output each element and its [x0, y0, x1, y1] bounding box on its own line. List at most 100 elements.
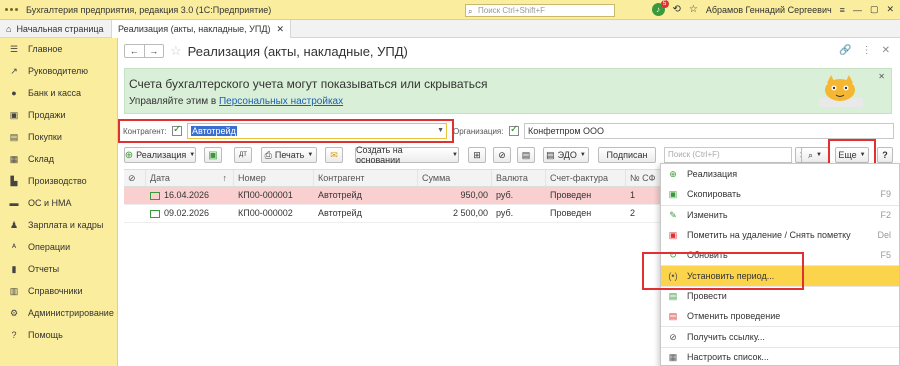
minimize-icon[interactable]: — [853, 5, 862, 15]
search-icon: ⌕ [468, 7, 473, 16]
edo-button[interactable]: ▤ ЭДО ▼ [543, 147, 589, 163]
table-row[interactable]: 16.04.2026 КП00-000001 Автотрейд 950,00 … [124, 187, 664, 205]
column-invoice[interactable]: Счет-фактура [546, 170, 626, 186]
sidebar-item-manager[interactable]: ↗ Руководителю [0, 60, 117, 82]
help-button[interactable]: ? [877, 147, 893, 163]
menu-item-label: Отменить проведение [687, 311, 781, 322]
sidebar-item-label: Зарплата и кадры [28, 220, 104, 230]
menu-shortcut: F2 [880, 210, 891, 221]
sidebar-item-help[interactable]: ? Помощь [0, 324, 117, 346]
column-currency[interactable]: Валюта [492, 170, 546, 186]
back-arrow-icon[interactable]: ← [125, 45, 145, 57]
menu-item-unpost[interactable]: ▤ Отменить проведение [661, 306, 899, 326]
sidebar-item-bank[interactable]: ● Банк и касса [0, 82, 117, 104]
menu-item-get-link[interactable]: ⊘ Получить ссылку... [661, 326, 899, 346]
cart-icon: ▣ [9, 109, 19, 120]
sidebar-item-sales[interactable]: ▣ Продажи [0, 104, 117, 126]
maximize-icon[interactable]: ▢ [870, 4, 879, 15]
forward-arrow-icon[interactable]: → [145, 45, 164, 57]
attach-button[interactable]: ⊘ [493, 147, 511, 163]
favorite-star-icon[interactable]: ☆ [170, 43, 182, 59]
toolbar: ⊕ Реализация ▼ ▣ ДТ ⎙ Печать ▼ ✉ Создать на … [118, 145, 900, 165]
column-number[interactable]: Номер [234, 170, 314, 186]
factory-icon: ▙ [10, 175, 18, 186]
sidebar: ☰ Главное ↗ Руководителю ● Банк и касса ▣ Пр… [0, 38, 118, 366]
sidebar-item-references[interactable]: ▥ Справочники [0, 280, 117, 302]
history-icon[interactable]: ⟲ [673, 4, 681, 15]
sidebar-item-label: Операции [28, 242, 71, 252]
close-icon[interactable]: ✕ [886, 4, 894, 15]
sidebar-item-assets[interactable]: ▬ ОС и НМА [0, 192, 117, 214]
create-based-button[interactable]: Создать на основании ▼ [355, 145, 459, 165]
tab-home[interactable]: ⌂ Начальная страница [0, 20, 112, 38]
info-banner: Счета бухгалтерского учета могут показыв… [124, 68, 892, 114]
menu-item-edit[interactable]: ✎ Изменить F2 [661, 204, 899, 225]
structure-button[interactable]: ⊞ [468, 147, 486, 163]
list-search-input[interactable]: Поиск (Ctrl+F) [664, 147, 792, 163]
posted-document-icon [150, 191, 160, 200]
sidebar-item-main[interactable]: ☰ Главное [0, 38, 117, 60]
sidebar-item-label: Помощь [28, 330, 63, 340]
more-vertical-icon[interactable]: ⋮ [862, 45, 872, 56]
signed-button[interactable]: Подписан [598, 147, 656, 163]
personal-settings-link[interactable]: Персональных настройках [219, 96, 343, 107]
table-row[interactable]: 09.02.2026 КП00-000002 Автотрейд 2 500,0… [124, 205, 664, 223]
cell-currency: руб. [496, 190, 514, 200]
global-search-input[interactable]: ⌕ Поиск Ctrl+Shift+F [465, 4, 615, 17]
sidebar-item-reports[interactable]: ▮ Отчеты [0, 258, 117, 280]
delete-mark-icon: ▣ [668, 229, 678, 240]
menu-item-configure-list[interactable]: ▦ Настроить список... [661, 346, 899, 366]
magnifier-icon: ⌕ [808, 149, 814, 160]
menu-item-copy[interactable]: ▣ Скопировать F9 [661, 184, 899, 204]
menu-item-mark-delete[interactable]: ▣ Пометить на удаление / Снять пометку Del [661, 225, 899, 245]
notifications-icon[interactable]: ♪ 5 [651, 0, 669, 16]
column-date[interactable]: Дата ↑ [146, 170, 234, 186]
banner-subtext: Управляйте этим в Персональных настройка… [129, 96, 343, 107]
coin-icon: ● [11, 88, 17, 98]
favorites-icon[interactable]: ☆ [689, 4, 698, 15]
sidebar-item-label: Главное [28, 44, 63, 54]
user-menu-icon[interactable]: ≡ [840, 5, 845, 15]
app-menu-icon[interactable] [5, 8, 18, 11]
create-realization-button[interactable]: ⊕ Реализация ▼ [124, 147, 196, 163]
sidebar-item-operations[interactable]: ᴬ Операции [0, 236, 117, 258]
sidebar-item-production[interactable]: ▙ Производство [0, 170, 117, 192]
nav-buttons: ← → [124, 44, 164, 58]
menu-item-create[interactable]: ⊕ Реализация [661, 164, 899, 184]
window-close-icon[interactable]: ✕ [882, 45, 890, 56]
tab-realization[interactable]: Реализация (акты, накладные, УПД) ✕ [112, 20, 292, 38]
organization-checkbox[interactable] [509, 124, 519, 136]
highlight-frame [118, 119, 454, 143]
table-header: ⊘ Дата ↑ Номер Контрагент Сумма Валюта Сч… [124, 169, 664, 187]
cell-sum: 2 500,00 [452, 208, 488, 218]
sidebar-item-salary[interactable]: ♟ Зарплата и кадры [0, 214, 117, 236]
basket-icon: ▤ [9, 131, 19, 142]
link-icon[interactable]: 🔗 [839, 45, 851, 56]
sidebar-item-label: Продажи [28, 110, 66, 120]
chevron-down-icon: ▼ [452, 152, 458, 158]
sidebar-item-purchases[interactable]: ▤ Покупки [0, 126, 117, 148]
copy-button[interactable]: ▣ [204, 147, 222, 163]
title-bar: Бухгалтерия предприятия, редакция 3.0 (1… [0, 0, 900, 20]
email-button[interactable]: ✉ [325, 147, 343, 163]
tasks-button[interactable]: ▤ [517, 147, 535, 163]
banner-close-icon[interactable]: ✕ [878, 72, 885, 81]
sidebar-item-warehouse[interactable]: ▦ Склад [0, 148, 117, 170]
column-sum[interactable]: Сумма [418, 170, 492, 186]
tab-home-label: Начальная страница [16, 24, 104, 34]
help-icon: ? [11, 330, 17, 340]
column-counterparty[interactable]: Контрагент [314, 170, 418, 186]
print-button[interactable]: ⎙ Печать ▼ [261, 147, 317, 163]
envelope-icon: ✉ [330, 149, 338, 160]
search-button[interactable]: ⌕ ▼ [801, 147, 829, 163]
sidebar-item-admin[interactable]: ⚙ Администрирование [0, 302, 117, 324]
global-search-placeholder: Поиск Ctrl+Shift+F [478, 6, 546, 15]
organization-field[interactable]: Конфетпром ООО [524, 123, 894, 139]
user-name[interactable]: Абрамов Геннадий Сергеевич [706, 5, 832, 15]
tab-close-icon[interactable]: ✕ [276, 24, 284, 35]
debit-credit-button[interactable]: ДТ [234, 147, 252, 163]
chevron-down-icon: ▼ [579, 152, 586, 158]
cell-date: 09.02.2026 [164, 208, 210, 218]
warehouse-icon: ▦ [9, 153, 19, 164]
column-sf-number[interactable]: № СФ [626, 170, 664, 186]
